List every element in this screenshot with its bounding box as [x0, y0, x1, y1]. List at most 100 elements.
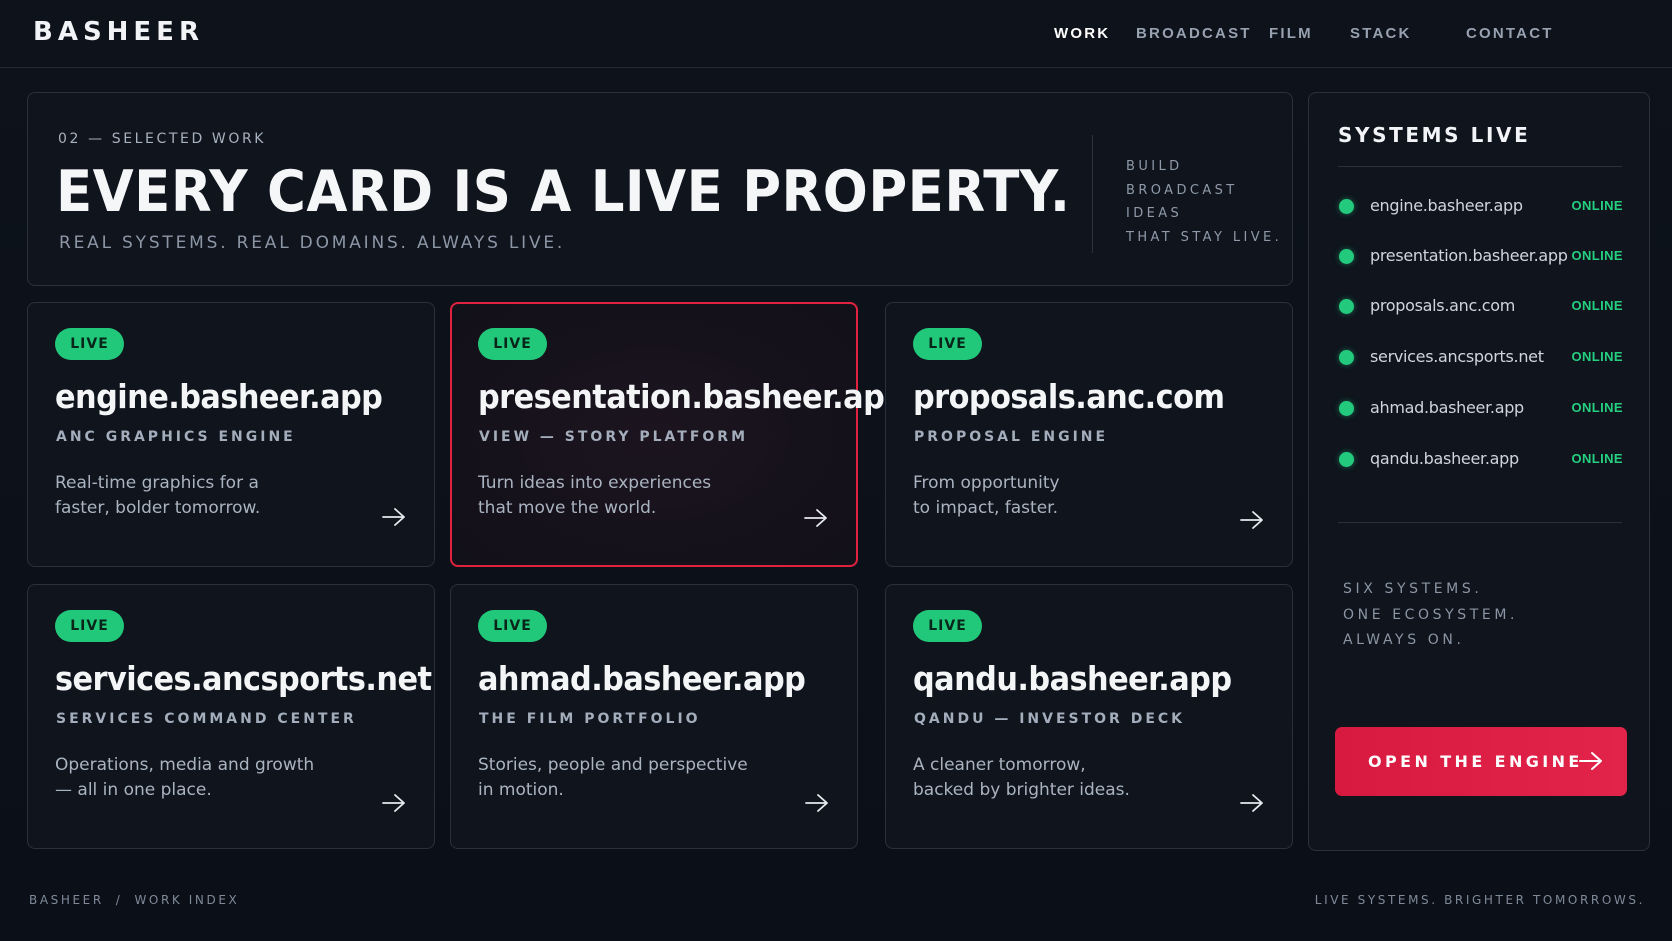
status-dot-icon: [1339, 249, 1354, 264]
status-dot-icon: [1339, 401, 1354, 416]
project-card-proposals[interactable]: LIVE proposals.anc.com PROPOSAL ENGINE F…: [885, 302, 1293, 567]
arrow-right-icon[interactable]: [382, 793, 406, 813]
system-host: engine.basheer.app: [1370, 196, 1523, 215]
system-host: ahmad.basheer.app: [1370, 398, 1524, 417]
footer-breadcrumb: BASHEER / WORK INDEX: [29, 893, 239, 907]
nav-item-stack[interactable]: STACK: [1350, 25, 1412, 42]
live-badge: LIVE: [913, 328, 982, 360]
arrow-right-icon[interactable]: [1240, 510, 1264, 530]
live-badge: LIVE: [478, 328, 547, 360]
arrow-right-icon[interactable]: [805, 793, 829, 813]
card-role: QANDU — INVESTOR DECK: [914, 711, 1186, 727]
card-role: THE FILM PORTFOLIO: [479, 711, 701, 727]
tagline-line: THAT STAY LIVE.: [1126, 229, 1283, 245]
status-badge: ONLINE: [1571, 298, 1623, 313]
footer-tagline: LIVE SYSTEMS. BRIGHTER TOMORROWS.: [1314, 893, 1645, 907]
card-description: Operations, media and growth — all in on…: [55, 753, 355, 803]
arrow-right-icon: [1579, 752, 1602, 770]
cta-label: OPEN THE ENGINE: [1368, 752, 1583, 771]
systems-sidebar: SYSTEMS LIVE engine.basheer.app ONLINE p…: [1308, 92, 1650, 851]
footer-page: WORK INDEX: [134, 893, 240, 907]
page: BASHEER WORK BROADCAST FILM STACK CONTAC…: [0, 0, 1672, 941]
card-role: VIEW — STORY PLATFORM: [479, 429, 749, 445]
project-card-services[interactable]: LIVE services.ancsports.net SERVICES COM…: [27, 584, 435, 849]
card-domain: qandu.basheer.app: [913, 659, 1232, 698]
tagline-line: BUILD: [1126, 159, 1183, 174]
desc-line: Real-time graphics for a: [55, 473, 259, 493]
desc-line: backed by brighter ideas.: [913, 780, 1130, 800]
system-host: services.ancsports.net: [1370, 347, 1544, 366]
divider: [1338, 522, 1622, 523]
desc-line: that move the world.: [478, 498, 657, 518]
arrow-right-icon[interactable]: [804, 508, 828, 528]
arrow-right-icon[interactable]: [1240, 793, 1264, 813]
top-bar: BASHEER WORK BROADCAST FILM STACK CONTAC…: [0, 0, 1672, 68]
card-description: Stories, people and perspective in motio…: [478, 753, 778, 803]
note-line: ALWAYS ON.: [1343, 632, 1465, 648]
card-role: ANC GRAPHICS ENGINE: [56, 429, 296, 445]
card-role: PROPOSAL ENGINE: [914, 429, 1109, 445]
brand-logo[interactable]: BASHEER: [33, 17, 204, 47]
system-row[interactable]: ahmad.basheer.app ONLINE: [1339, 395, 1623, 421]
nav-item-contact[interactable]: CONTACT: [1466, 25, 1554, 42]
project-card-presentation[interactable]: LIVE presentation.basheer.app VIEW — STO…: [450, 302, 906, 567]
hero-divider: [1092, 135, 1093, 253]
project-card-engine[interactable]: LIVE engine.basheer.app ANC GRAPHICS ENG…: [27, 302, 435, 567]
status-dot-icon: [1339, 350, 1354, 365]
project-card-ahmad[interactable]: LIVE ahmad.basheer.app THE FILM PORTFOLI…: [450, 584, 858, 849]
arrow-right-icon[interactable]: [382, 507, 406, 527]
tagline-line: IDEAS: [1126, 206, 1183, 221]
system-host: presentation.basheer.app: [1370, 246, 1568, 265]
desc-line: Operations, media and growth: [55, 755, 315, 775]
system-row[interactable]: services.ancsports.net ONLINE: [1339, 344, 1623, 370]
live-badge: LIVE: [478, 610, 547, 642]
status-dot-icon: [1339, 199, 1354, 214]
card-domain: engine.basheer.app: [55, 377, 383, 416]
section-eyebrow: 02 — SELECTED WORK: [58, 131, 267, 147]
hero-tagline: BUILD BROADCAST IDEAS THAT STAY LIVE.: [1126, 155, 1282, 249]
system-row[interactable]: proposals.anc.com ONLINE: [1339, 293, 1623, 319]
status-badge: ONLINE: [1571, 349, 1623, 364]
status-badge: ONLINE: [1571, 198, 1623, 213]
card-domain: presentation.basheer.app: [478, 377, 906, 416]
status-badge: ONLINE: [1571, 400, 1623, 415]
tagline-line: BROADCAST: [1126, 182, 1238, 198]
sidebar-title: SYSTEMS LIVE: [1338, 123, 1531, 147]
hero-subtitle: REAL SYSTEMS. REAL DOMAINS. ALWAYS LIVE.: [59, 233, 566, 253]
card-description: Real-time graphics for a faster, bolder …: [55, 471, 355, 521]
system-host: qandu.basheer.app: [1370, 449, 1519, 468]
desc-line: faster, bolder tomorrow.: [55, 498, 261, 518]
nav-item-film[interactable]: FILM: [1269, 25, 1313, 42]
card-description: A cleaner tomorrow, backed by brighter i…: [913, 753, 1213, 803]
project-card-qandu[interactable]: LIVE qandu.basheer.app QANDU — INVESTOR …: [885, 584, 1293, 849]
page-title: EVERY CARD IS A LIVE PROPERTY.: [56, 159, 1071, 225]
card-domain: ahmad.basheer.app: [478, 659, 806, 698]
system-row[interactable]: presentation.basheer.app ONLINE: [1339, 243, 1623, 269]
desc-line: A cleaner tomorrow,: [913, 755, 1086, 775]
desc-line: in motion.: [478, 780, 564, 800]
live-badge: LIVE: [913, 610, 982, 642]
nav-item-work[interactable]: WORK: [1054, 25, 1110, 42]
status-dot-icon: [1339, 299, 1354, 314]
footer-brand[interactable]: BASHEER: [29, 893, 104, 907]
nav-item-broadcast[interactable]: BROADCAST: [1136, 25, 1252, 42]
card-description: From opportunity to impact, faster.: [913, 471, 1213, 521]
desc-line: Turn ideas into experiences: [478, 473, 712, 493]
system-host: proposals.anc.com: [1370, 296, 1516, 315]
card-role: SERVICES COMMAND CENTER: [56, 711, 357, 727]
status-badge: ONLINE: [1571, 248, 1623, 263]
note-line: SIX SYSTEMS.: [1343, 581, 1483, 597]
sidebar-note: SIX SYSTEMS. ONE ECOSYSTEM. ALWAYS ON.: [1343, 577, 1518, 654]
desc-line: — all in one place.: [55, 780, 212, 800]
desc-line: Stories, people and perspective: [478, 755, 748, 775]
open-engine-button[interactable]: OPEN THE ENGINE: [1335, 727, 1627, 796]
system-row[interactable]: engine.basheer.app ONLINE: [1339, 193, 1623, 219]
desc-line: to impact, faster.: [913, 498, 1058, 518]
live-badge: LIVE: [55, 328, 124, 360]
system-row[interactable]: qandu.basheer.app ONLINE: [1339, 446, 1623, 472]
note-line: ONE ECOSYSTEM.: [1343, 606, 1519, 623]
breadcrumb-separator: /: [115, 893, 123, 907]
divider: [1338, 166, 1622, 167]
desc-line: From opportunity: [913, 473, 1060, 493]
card-description: Turn ideas into experiences that move th…: [478, 471, 778, 521]
